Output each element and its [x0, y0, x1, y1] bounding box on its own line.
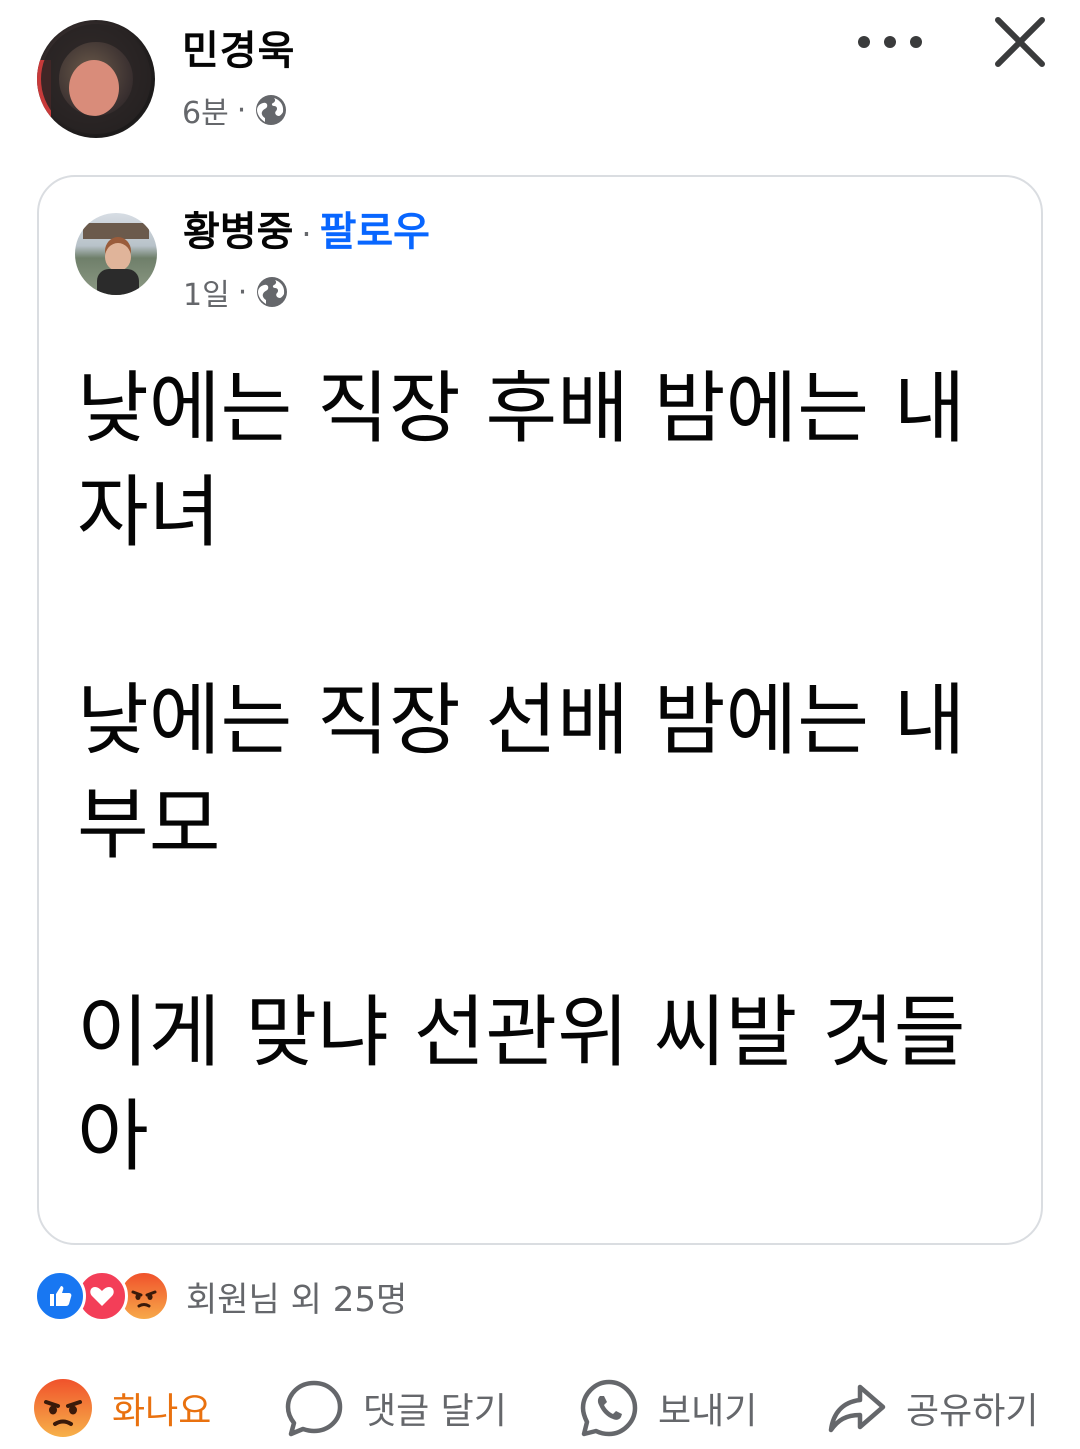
share-button[interactable]: 공유하기 — [826, 1370, 1038, 1446]
shared-author-avatar[interactable] — [75, 213, 157, 295]
dot-icon — [858, 36, 870, 48]
meta-separator: · — [236, 92, 247, 128]
author-avatar[interactable] — [37, 20, 155, 138]
shared-author-row: 황병중 · 팔로우 — [183, 199, 430, 257]
reactions-summary[interactable]: 회원님 외 25명 — [34, 1270, 407, 1322]
angry-react-button[interactable]: 화나요 — [32, 1370, 211, 1446]
shared-post-time[interactable]: 1일 — [183, 270, 230, 314]
avatar-body — [97, 269, 139, 295]
avatar-background — [83, 223, 149, 239]
globe-icon — [257, 277, 288, 307]
meta-separator: · — [237, 274, 248, 310]
avatar-face — [105, 243, 131, 271]
comment-label: 댓글 달기 — [363, 1391, 507, 1432]
shared-author-name[interactable]: 황병중 — [183, 199, 293, 257]
angry-icon — [34, 1379, 92, 1437]
more-options-button[interactable] — [858, 20, 922, 64]
share-icon — [828, 1384, 886, 1433]
post-paragraph: 낮에는 직장 선배 밤에는 내 부모 — [77, 676, 966, 870]
author-name[interactable]: 민경욱 — [182, 18, 295, 76]
post-paragraph: 이게 맞냐 선관위 씨발 것들아 — [77, 988, 966, 1182]
reaction-count[interactable]: 회원님 외 25명 — [186, 1272, 407, 1321]
post-meta: 6분 · — [182, 88, 288, 132]
globe-icon — [256, 95, 287, 125]
post-paragraph: 낮에는 직장 후배 밤에는 내 자녀 — [77, 364, 966, 558]
shared-post-meta: 1일 · — [183, 270, 289, 314]
dot-icon — [910, 36, 922, 48]
whatsapp-icon — [580, 1379, 638, 1437]
comment-icon — [285, 1380, 343, 1437]
shared-post-card[interactable]: 황병중 · 팔로우 1일 · 낮에는 직장 후배 밤에는 내 자녀 낮에는 직장… — [37, 175, 1043, 1245]
post-text: 낮에는 직장 후배 밤에는 내 자녀 낮에는 직장 선배 밤에는 내 부모 이게… — [77, 357, 1007, 1189]
dot-icon — [884, 36, 896, 48]
action-bar: 화나요 댓글 달기 보내기 공유하기 — [0, 1370, 1080, 1446]
close-icon[interactable] — [990, 12, 1050, 72]
post-time[interactable]: 6분 — [182, 88, 229, 132]
send-label: 보내기 — [658, 1391, 758, 1432]
angry-react-label: 화나요 — [112, 1391, 212, 1432]
like-icon — [34, 1270, 86, 1322]
name-separator: · — [301, 215, 312, 253]
share-label: 공유하기 — [906, 1391, 1039, 1432]
follow-button[interactable]: 팔로우 — [320, 199, 430, 257]
comment-button[interactable]: 댓글 달기 — [283, 1370, 507, 1446]
send-button[interactable]: 보내기 — [578, 1370, 757, 1446]
avatar-hood — [41, 24, 151, 134]
post-view: 민경욱 6분 · 황병중 · 팔로우 1일 · 낮에는 직장 후배 밤에는 내 … — [0, 0, 1080, 1449]
